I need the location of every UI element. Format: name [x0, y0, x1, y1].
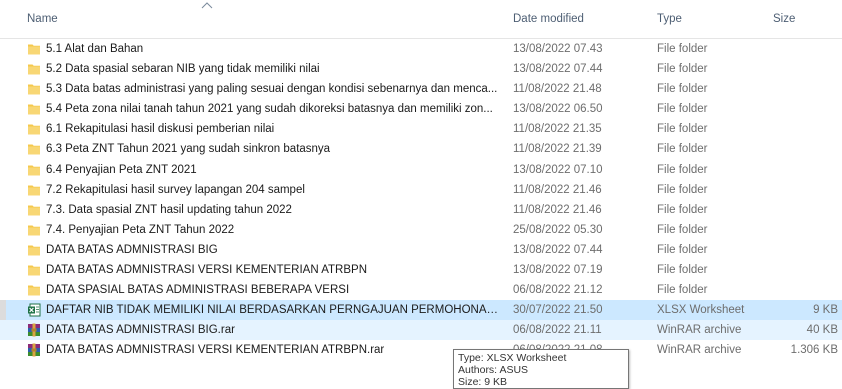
file-type: File folder [657, 43, 708, 55]
file-name: 7.2 Rekapitulasi hasil survey lapangan 2… [46, 183, 305, 196]
file-type: File folder [657, 203, 708, 216]
file-row[interactable]: DATA SPASIAL BATAS ADMINISTRASI BEBERAPA… [0, 280, 842, 300]
file-type: File folder [657, 103, 708, 116]
folder-icon [27, 263, 41, 277]
file-type: WinRAR archive [657, 344, 742, 357]
file-date-modified: 30/07/2022 21.50 [513, 304, 603, 317]
file-name: DATA BATAS ADMNISTRASI BIG.rar [46, 324, 235, 337]
folder-icon [27, 243, 41, 257]
folder-icon [27, 142, 41, 156]
folder-icon [27, 62, 41, 76]
file-name: DAFTAR NIB TIDAK MEMILIKI NILAI BERDASAR… [46, 304, 506, 317]
file-type: File folder [657, 284, 708, 297]
file-date-modified: 13/08/2022 07.44 [513, 63, 603, 76]
folder-icon [27, 122, 41, 136]
file-date-modified: 13/08/2022 07.19 [513, 264, 603, 277]
file-row[interactable]: 6.4 Penyajian Peta ZNT 2021 13/08/2022 07… [0, 160, 842, 180]
file-name: 5.3 Data batas administrasi yang paling … [46, 83, 498, 96]
tooltip-type: Type: XLSX Worksheet [458, 352, 567, 364]
file-name: 7.4. Penyajian Peta ZNT Tahun 2022 [46, 223, 235, 236]
file-type: File folder [657, 183, 708, 196]
column-header-type[interactable]: Type [657, 13, 682, 25]
file-name: DATA BATAS ADMNISTRASI BIG [46, 243, 218, 256]
file-type: File folder [657, 63, 708, 76]
file-row[interactable]: 5.3 Data batas administrasi yang paling … [0, 79, 842, 99]
file-row[interactable]: 6.3 Peta ZNT Tahun 2021 yang sudah sinkr… [0, 139, 842, 159]
file-row[interactable]: 7.4. Penyajian Peta ZNT Tahun 2022 25/08/… [0, 220, 842, 240]
file-date-modified: 13/08/2022 07.10 [513, 163, 603, 176]
file-type: XLSX Worksheet [657, 304, 745, 317]
winrar-archive-icon [27, 323, 41, 337]
file-date-modified: 11/08/2022 21.46 [513, 203, 602, 216]
excel-file-icon [27, 303, 41, 317]
folder-icon [27, 223, 41, 237]
winrar-archive-icon [27, 343, 41, 357]
file-row[interactable]: DATA BATAS ADMNISTRASI VERSI KEMENTERIAN… [0, 340, 842, 360]
file-row[interactable]: 5.2 Data spasial sebaran NIB yang tidak … [0, 59, 842, 79]
file-row[interactable]: DATA BATAS ADMNISTRASI BIG 13/08/2022 07.… [0, 240, 842, 260]
file-row[interactable]: 7.2 Rekapitulasi hasil survey lapangan 2… [0, 180, 842, 200]
file-size: 1.306 KB [790, 344, 838, 357]
file-type: File folder [657, 83, 708, 96]
file-name: DATA BATAS ADMNISTRASI VERSI KEMENTERIAN… [46, 264, 367, 277]
column-header-date-modified[interactable]: Date modified [513, 13, 584, 25]
file-list: 5.1 Alat dan Bahan 13/08/2022 07.43 File f… [0, 39, 842, 361]
file-type: File folder [657, 243, 708, 256]
file-date-modified: 13/08/2022 07.44 [513, 243, 603, 256]
column-header-name[interactable]: Name [27, 13, 58, 25]
column-header-size[interactable]: Size [773, 13, 795, 25]
folder-icon [27, 102, 41, 116]
file-name: DATA SPASIAL BATAS ADMINISTRASI BEBERAPA… [46, 284, 350, 297]
file-row[interactable]: DATA BATAS ADMNISTRASI VERSI KEMENTERIAN… [0, 260, 842, 280]
file-date-modified: 06/08/2022 21.12 [513, 284, 603, 297]
folder-icon [27, 183, 41, 197]
folder-icon [27, 203, 41, 217]
file-type: File folder [657, 143, 708, 156]
file-name: 6.4 Penyajian Peta ZNT 2021 [46, 163, 197, 176]
file-date-modified: 11/08/2022 21.48 [513, 83, 602, 96]
folder-icon [27, 42, 41, 56]
file-name: 6.1 Rekapitulasi hasil diskusi pemberian… [46, 123, 275, 136]
file-date-modified: 13/08/2022 07.43 [513, 43, 603, 55]
file-type: File folder [657, 223, 708, 236]
navigation-pane-edge [0, 300, 6, 320]
folder-icon [27, 283, 41, 297]
file-row[interactable]: 5.4 Peta zona nilai tanah tahun 2021 yan… [0, 99, 842, 119]
file-date-modified: 25/08/2022 05.30 [513, 223, 603, 236]
file-date-modified: 11/08/2022 21.46 [513, 183, 602, 196]
file-name: 7.3. Data spasial ZNT hasil updating tah… [46, 203, 292, 216]
folder-icon [27, 82, 41, 96]
file-type: File folder [657, 163, 708, 176]
file-date-modified: 13/08/2022 06.50 [513, 103, 603, 116]
file-row[interactable]: 5.1 Alat dan Bahan 13/08/2022 07.43 File f… [0, 39, 842, 59]
file-name: 6.3 Peta ZNT Tahun 2021 yang sudah sinkr… [46, 143, 331, 156]
tooltip-authors: Authors: ASUS [458, 364, 529, 376]
file-row[interactable]: 7.3. Data spasial ZNT hasil updating tah… [0, 200, 842, 220]
file-size: 40 KB [806, 324, 838, 337]
file-size: 9 KB [813, 304, 838, 317]
file-type: File folder [657, 123, 708, 136]
file-name: DATA BATAS ADMNISTRASI VERSI KEMENTERIAN… [46, 344, 385, 357]
file-row[interactable]: DAFTAR NIB TIDAK MEMILIKI NILAI BERDASAR… [0, 300, 842, 321]
file-info-tooltip: Type: XLSX Worksheet Authors: ASUS Size:… [453, 349, 629, 389]
file-row[interactable]: 6.1 Rekapitulasi hasil diskusi pemberian… [0, 119, 842, 139]
file-name: 5.4 Peta zona nilai tanah tahun 2021 yan… [46, 103, 493, 116]
column-header-bar: Name Date modified Type Size [0, 0, 842, 39]
file-type: WinRAR archive [657, 324, 742, 337]
file-type: File folder [657, 264, 708, 277]
file-date-modified: 06/08/2022 21.11 [513, 324, 602, 337]
sort-ascending-icon[interactable] [201, 1, 213, 9]
file-name: 5.2 Data spasial sebaran NIB yang tidak … [46, 63, 320, 76]
tooltip-size: Size: 9 KB [458, 376, 508, 388]
file-date-modified: 11/08/2022 21.39 [513, 143, 602, 156]
file-date-modified: 11/08/2022 21.35 [513, 123, 602, 136]
file-row[interactable]: DATA BATAS ADMNISTRASI BIG.rar 06/08/2022… [0, 320, 842, 341]
file-name: 5.1 Alat dan Bahan [46, 43, 144, 55]
folder-icon [27, 163, 41, 177]
